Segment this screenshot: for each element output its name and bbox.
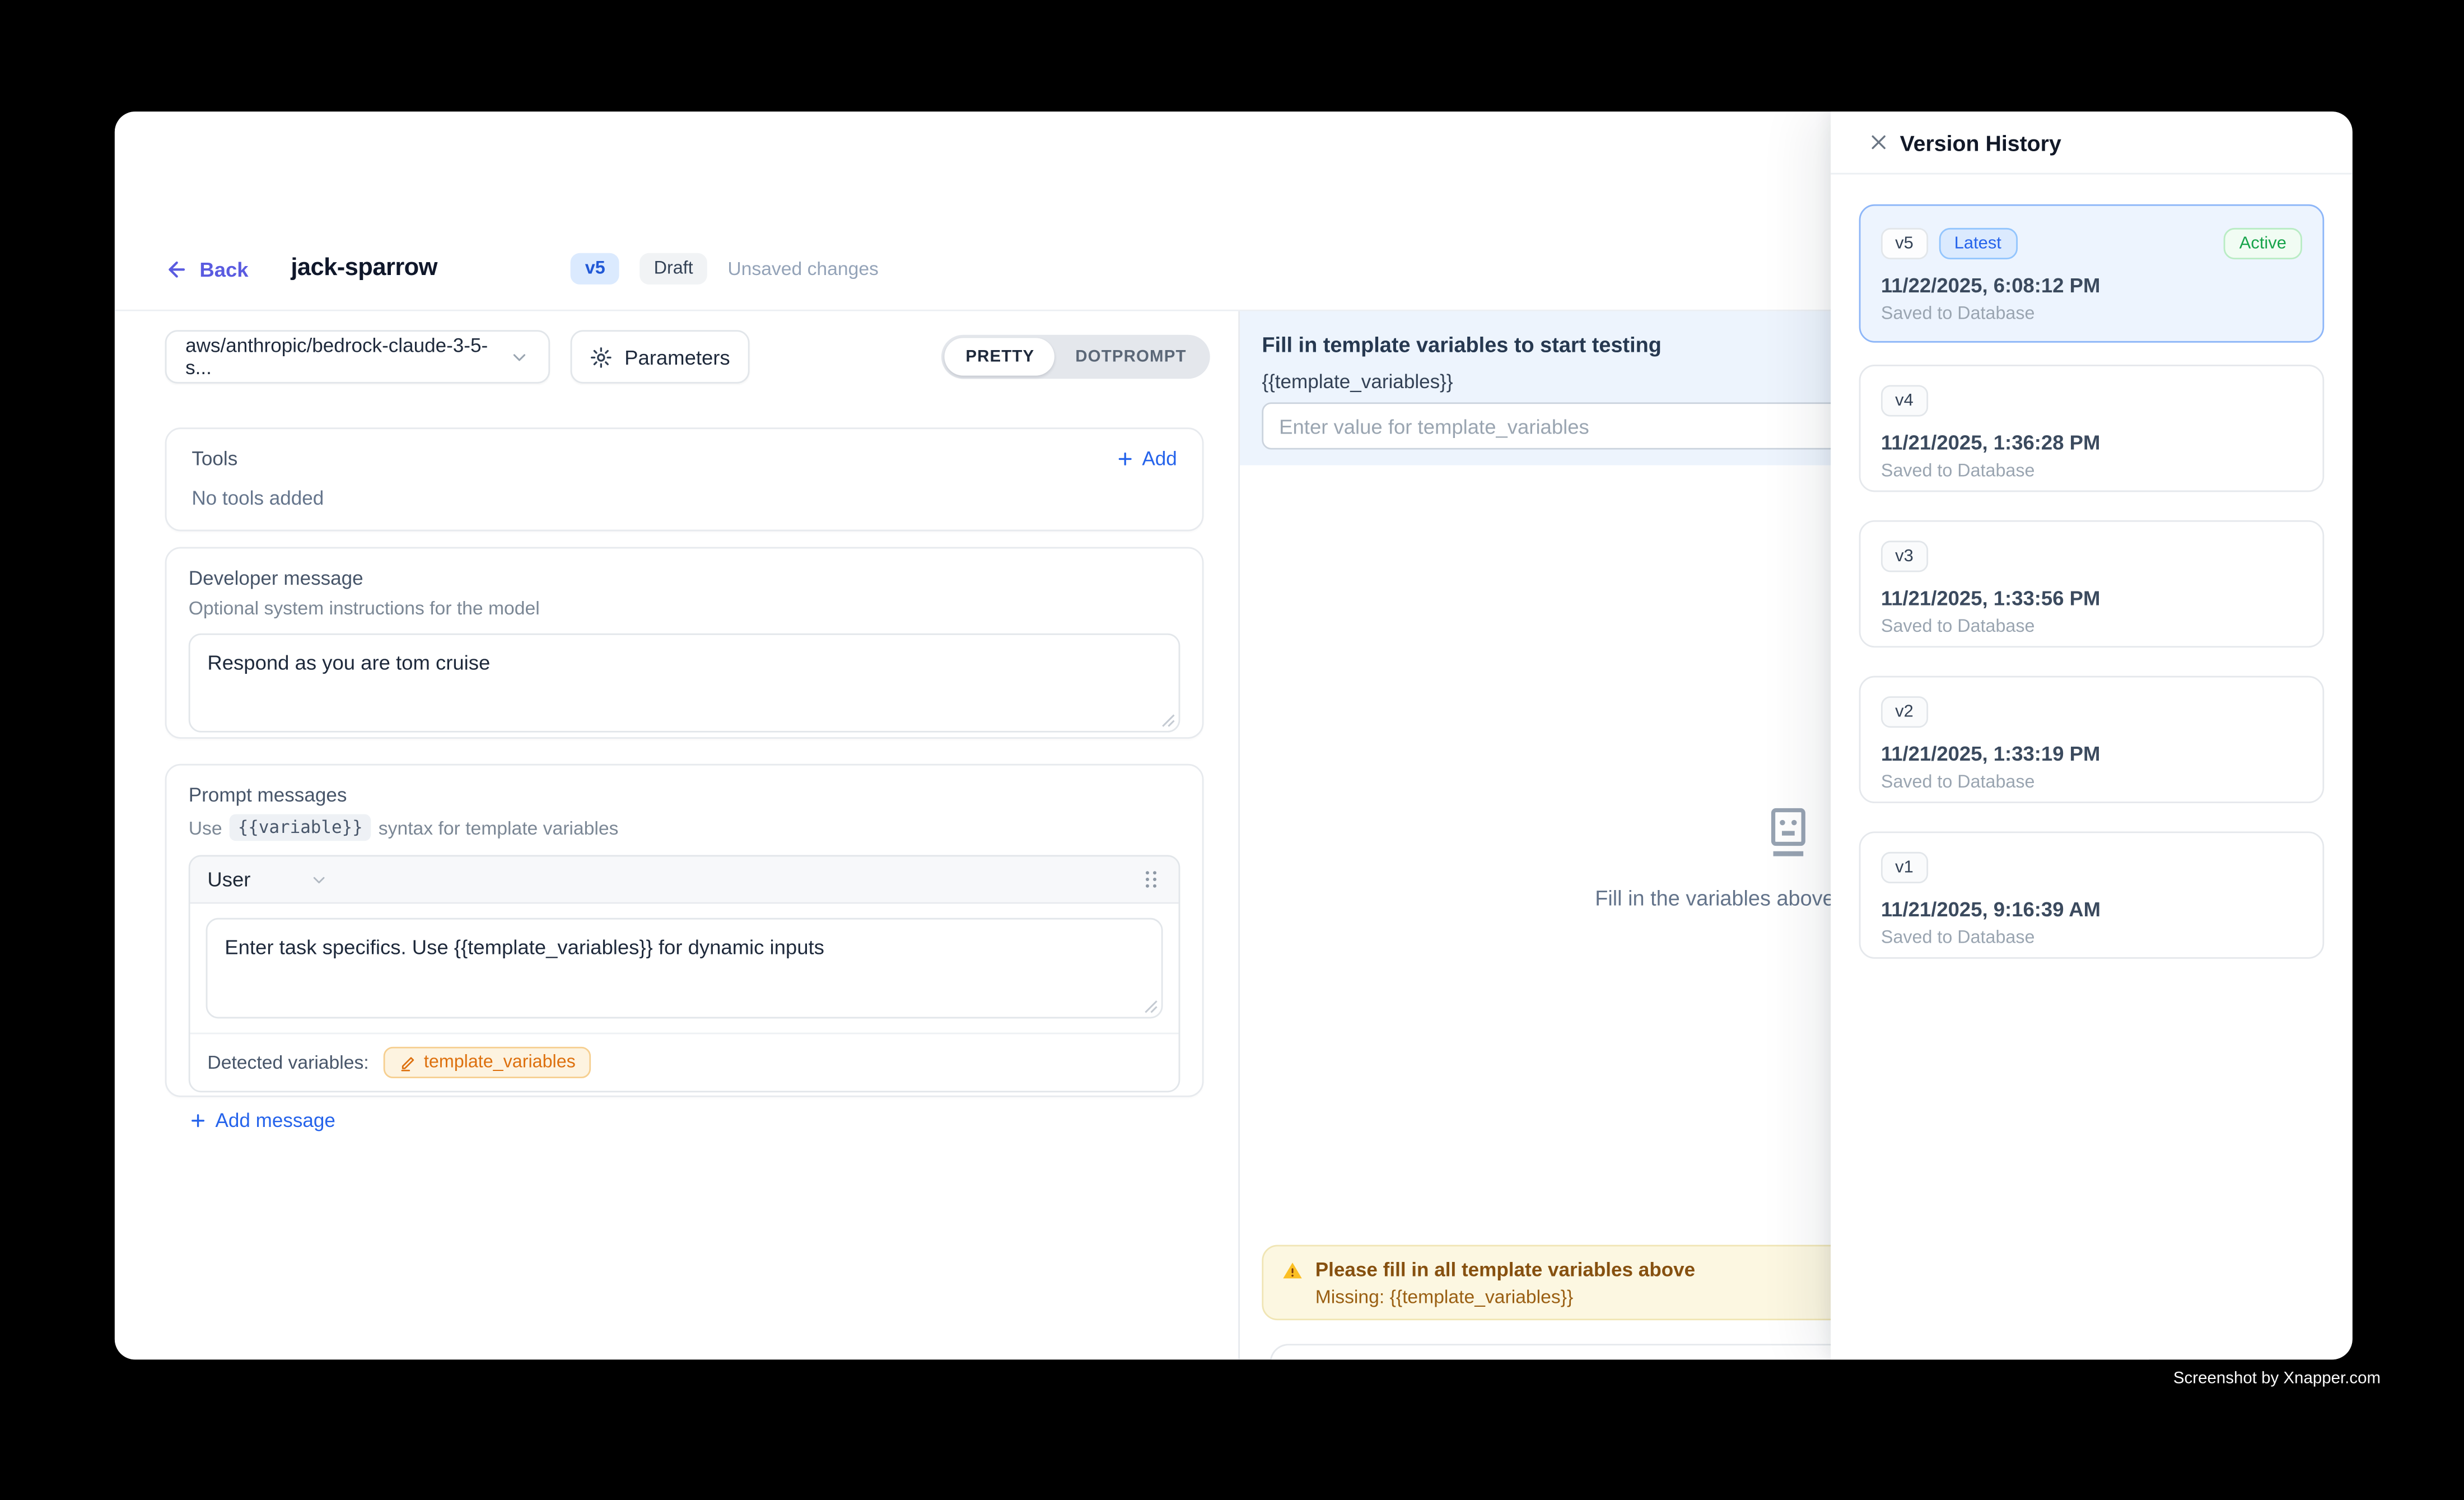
editor-toolbar: aws/anthropic/bedrock-claude-3-5-s... Pa… bbox=[165, 330, 1210, 383]
toggle-pretty[interactable]: PRETTY bbox=[945, 338, 1055, 375]
tools-card: Tools Add No tools added bbox=[165, 427, 1204, 531]
back-button[interactable]: Back bbox=[165, 257, 249, 281]
unsaved-changes-text: Unsaved changes bbox=[727, 258, 879, 279]
resize-handle-icon[interactable] bbox=[1144, 1000, 1158, 1014]
add-tool-button[interactable]: Add bbox=[1116, 448, 1177, 470]
page-title: jack-sparrow bbox=[291, 255, 437, 283]
gear-icon bbox=[590, 345, 613, 369]
warning-triangle-icon bbox=[1282, 1260, 1303, 1280]
version-tag: v3 bbox=[1881, 541, 1928, 572]
prompt-editor-pane: aws/anthropic/bedrock-claude-3-5-s... Pa… bbox=[115, 311, 1238, 1360]
x-icon bbox=[1866, 131, 1889, 154]
version-card-v1[interactable]: v1 11/21/2025, 9:16:39 AM Saved to Datab… bbox=[1859, 831, 2325, 958]
close-panel-button[interactable] bbox=[1862, 127, 1893, 158]
variable-syntax-chip: {{variable}} bbox=[230, 814, 371, 841]
warning-title: Please fill in all template variables ab… bbox=[1315, 1259, 1695, 1281]
role-select[interactable]: User bbox=[207, 868, 329, 891]
detected-variable-chip[interactable]: template_variables bbox=[383, 1047, 591, 1078]
version-list: v5 Latest Active 11/22/2025, 6:08:12 PM … bbox=[1831, 174, 2353, 1359]
prompt-message-block: User bbox=[189, 855, 1180, 1093]
version-timestamp: 11/21/2025, 1:36:28 PM bbox=[1881, 431, 2302, 454]
version-card-v2[interactable]: v2 11/21/2025, 1:33:19 PM Saved to Datab… bbox=[1859, 676, 2325, 803]
model-select[interactable]: aws/anthropic/bedrock-claude-3-5-s... bbox=[165, 330, 550, 383]
role-select-value: User bbox=[207, 868, 250, 891]
detected-variables-label: Detected variables: bbox=[207, 1051, 368, 1073]
back-label: Back bbox=[199, 257, 248, 281]
version-card-v3[interactable]: v3 11/21/2025, 1:33:56 PM Saved to Datab… bbox=[1859, 520, 2325, 647]
version-badge: v5 bbox=[571, 253, 619, 285]
status-badges: v5 Draft Unsaved changes bbox=[571, 253, 878, 285]
prompt-messages-card: Prompt messages Use {{variable}} syntax … bbox=[165, 764, 1204, 1097]
pencil-icon bbox=[399, 1054, 416, 1072]
version-tag: v2 bbox=[1881, 696, 1928, 728]
syntax-hint-suffix: syntax for template variables bbox=[379, 817, 619, 838]
version-status: Saved to Database bbox=[1881, 774, 2302, 793]
add-message-label: Add message bbox=[215, 1110, 335, 1131]
developer-message-card: Developer message Optional system instru… bbox=[165, 547, 1204, 739]
prompt-messages-title: Prompt messages bbox=[189, 784, 1180, 806]
chevron-down-icon bbox=[310, 870, 329, 889]
screenshot-stage: Back jack-sparrow v5 Draft Unsaved chang… bbox=[0, 0, 2464, 1499]
active-badge: Active bbox=[2224, 228, 2302, 259]
detected-variables-row: Detected variables: template_variables bbox=[190, 1033, 1179, 1091]
version-card-v5[interactable]: v5 Latest Active 11/22/2025, 6:08:12 PM … bbox=[1859, 204, 2325, 343]
grip-dots-icon[interactable] bbox=[1141, 869, 1161, 889]
chevron-down-icon bbox=[509, 347, 529, 367]
version-history-panel: Version History v5 Latest Active 11/22/2… bbox=[1831, 111, 2353, 1359]
plus-icon bbox=[1116, 450, 1135, 469]
message-header: User bbox=[190, 856, 1179, 903]
parameters-label: Parameters bbox=[624, 345, 730, 369]
developer-message-subtitle: Optional system instructions for the mod… bbox=[189, 597, 1180, 619]
detected-variable-name: template_variables bbox=[424, 1053, 576, 1072]
draft-badge: Draft bbox=[640, 253, 707, 285]
syntax-hint: Use {{variable}} syntax for template var… bbox=[189, 814, 1180, 841]
version-history-header: Version History bbox=[1831, 111, 2353, 174]
version-tag: v4 bbox=[1881, 385, 1928, 416]
add-message-button[interactable]: Add message bbox=[189, 1110, 1180, 1131]
version-status: Saved to Database bbox=[1881, 462, 2302, 481]
version-tag: v5 bbox=[1881, 228, 1928, 259]
version-status: Saved to Database bbox=[1881, 305, 2302, 324]
toggle-dotprompt[interactable]: DOTPROMPT bbox=[1055, 338, 1207, 375]
version-history-title: Version History bbox=[1900, 130, 2061, 155]
tools-empty-text: No tools added bbox=[192, 487, 1177, 509]
parameters-button[interactable]: Parameters bbox=[571, 330, 750, 383]
version-card-v4[interactable]: v4 11/21/2025, 1:36:28 PM Saved to Datab… bbox=[1859, 365, 2325, 492]
bot-face-icon bbox=[1760, 803, 1817, 860]
watermark-text: Screenshot by Xnapper.com bbox=[2173, 1369, 2381, 1388]
version-timestamp: 11/22/2025, 6:08:12 PM bbox=[1881, 273, 2302, 297]
message-content-input[interactable]: Enter task specifics. Use {{template_var… bbox=[206, 918, 1163, 1019]
syntax-hint-prefix: Use bbox=[189, 817, 222, 838]
resize-handle-icon[interactable] bbox=[1161, 714, 1175, 728]
tools-title: Tools bbox=[192, 448, 237, 470]
version-tag: v1 bbox=[1881, 852, 1928, 883]
version-timestamp: 11/21/2025, 1:33:56 PM bbox=[1881, 586, 2302, 610]
plus-icon bbox=[189, 1111, 208, 1130]
add-tool-label: Add bbox=[1142, 448, 1177, 470]
version-status: Saved to Database bbox=[1881, 618, 2302, 637]
version-status: Saved to Database bbox=[1881, 929, 2302, 948]
latest-badge: Latest bbox=[1939, 228, 2017, 259]
developer-message-title: Developer message bbox=[189, 567, 1180, 589]
version-timestamp: 11/21/2025, 9:16:39 AM bbox=[1881, 897, 2302, 921]
model-select-value: aws/anthropic/bedrock-claude-3-5-s... bbox=[185, 335, 509, 379]
developer-message-input[interactable]: Respond as you are tom cruise bbox=[189, 633, 1180, 733]
version-timestamp: 11/21/2025, 1:33:19 PM bbox=[1881, 742, 2302, 765]
format-toggle: PRETTY DOTPROMPT bbox=[942, 335, 1210, 379]
arrow-left-icon bbox=[165, 257, 189, 281]
app-window: Back jack-sparrow v5 Draft Unsaved chang… bbox=[115, 111, 2353, 1359]
